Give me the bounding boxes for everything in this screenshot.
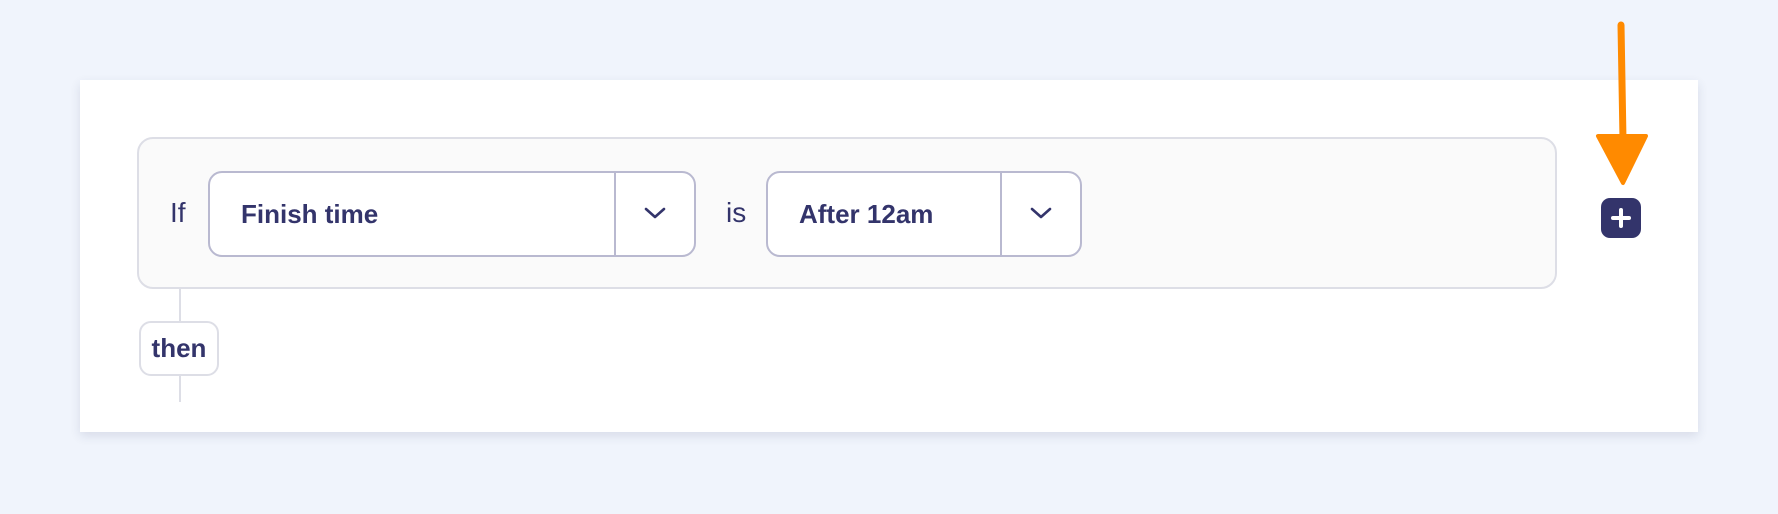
value-select[interactable]: After 12am [766,171,1082,257]
then-label: then [139,321,219,376]
field-select[interactable]: Finish time [208,171,696,257]
operator-label: is [726,197,747,228]
field-select-value: Finish time [241,199,379,229]
connector-line-top [179,289,181,321]
add-condition-button[interactable] [1601,198,1641,238]
if-label: If [170,197,186,228]
field-select-divider [614,173,616,255]
value-select-value: After 12am [799,199,934,229]
plus-icon [1611,208,1631,228]
arrow-down-annotation [1596,21,1648,185]
chevron-down-icon[interactable] [1030,202,1052,224]
connector-line-bottom [179,376,181,402]
rule-card: If Finish time is After 12am then [80,80,1698,432]
condition-row: If Finish time is After 12am [137,137,1557,289]
value-select-divider [1000,173,1002,255]
chevron-down-icon[interactable] [644,202,666,224]
